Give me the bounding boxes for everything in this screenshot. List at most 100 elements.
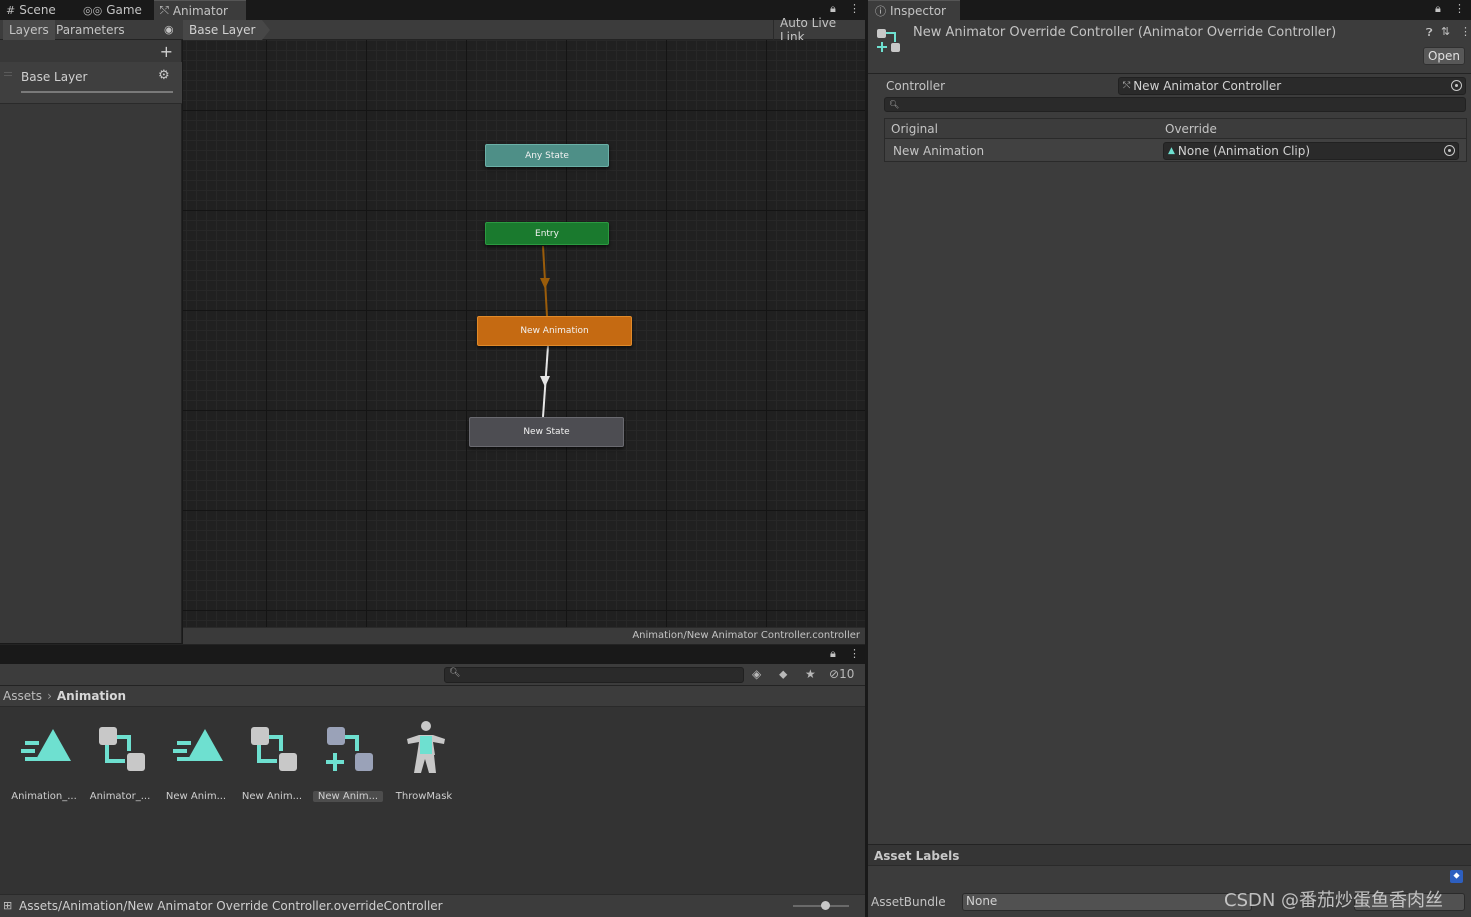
tab-scene-label: Scene (19, 3, 56, 17)
layers-tab[interactable]: Layers (3, 20, 55, 40)
search-icon: 🔍︎ (449, 668, 461, 678)
controller-path: Animation/New Animator Controller.contro… (632, 630, 860, 641)
asset-item[interactable]: Animator_... (85, 717, 155, 802)
animation-clip-icon (21, 729, 71, 761)
help-icon[interactable]: ❓︎ (1426, 26, 1433, 40)
transition-arrow (540, 376, 550, 387)
override-table-header: Original Override (885, 119, 1466, 139)
state-entry[interactable]: Entry (485, 222, 609, 245)
eye-icon[interactable]: ◉ (164, 23, 174, 36)
hidden-count: 10 (839, 667, 855, 681)
asset-bundle-label: AssetBundle (871, 895, 946, 909)
search-input[interactable]: 🔍︎ (444, 667, 744, 683)
layer-row[interactable]: Base Layer ⚙ (0, 62, 182, 104)
asset-label: New Anim... (241, 791, 303, 802)
more-menu-icon[interactable]: ⋮ (1454, 2, 1465, 15)
animator-override-controller-icon (877, 29, 900, 52)
state-any-state[interactable]: Any State (485, 144, 609, 167)
parameters-tab[interactable]: Parameters (50, 20, 131, 40)
dock-tab-bar: # Scene ◎◎ Game ⤲ Animator 🔒︎ ⋮ (0, 0, 865, 20)
asset-labels-title: Asset Labels (874, 849, 960, 863)
breadcrumb-assets[interactable]: Assets (3, 689, 42, 703)
column-override: Override (1165, 122, 1217, 136)
asset-bundle-dropdown[interactable]: None (962, 893, 1252, 911)
asset-label: Animation_... (11, 791, 77, 802)
inspector-body: Controller ⤲ New Animator Controller 🔍︎ … (868, 74, 1471, 844)
chevron-right-icon: › (47, 689, 52, 703)
override-clip-value: None (Animation Clip) (1177, 144, 1311, 158)
project-toolbar: 🔍︎ ◈ ⬥ ★ ⊘10 (0, 664, 865, 686)
label-tag-icon[interactable]: ⬥ (1450, 870, 1463, 883)
tab-inspector[interactable]: ⓘ Inspector (868, 0, 960, 20)
state-new-animation[interactable]: New Animation (477, 316, 632, 346)
lock-icon[interactable]: 🔒︎ (830, 2, 836, 16)
asset-item[interactable]: New Anim... (237, 717, 307, 802)
preset-icon[interactable]: ⇅ (1441, 25, 1450, 38)
layers-panel: + Base Layer ⚙ (0, 40, 182, 643)
controller-label: Controller (886, 79, 946, 93)
inspector-title: New Animator Override Controller (Animat… (913, 25, 1337, 40)
animator-toolbar: Layers Parameters ◉ Base Layer Auto Live… (0, 16, 865, 44)
more-menu-icon[interactable]: ⋮ (849, 2, 860, 15)
tab-inspector-label: Inspector (890, 3, 946, 18)
info-icon: ⓘ (875, 4, 886, 18)
hidden-packages-toggle[interactable]: ⊘10 (829, 667, 854, 681)
project-tab-bar: 🔒︎ ⋮ (0, 644, 865, 664)
tab-animator-label: Animator (172, 3, 228, 18)
add-layer-icon[interactable]: + (160, 42, 173, 61)
filter-by-label-icon[interactable]: ⬥ (779, 667, 787, 682)
asset-label: New Anim... (313, 791, 383, 802)
filter-by-type-icon[interactable]: ◈ (752, 667, 761, 681)
watermark: CSDN @番茄炒蛋鱼香肉丝 (1224, 890, 1444, 911)
breadcrumb-animation[interactable]: Animation (57, 689, 126, 703)
state-new-state[interactable]: New State (469, 417, 624, 447)
animator-icon: ⤲ (160, 3, 169, 17)
animator-override-controller-icon (326, 727, 373, 771)
override-controller-small-icon: ⊞ (3, 899, 13, 912)
eye-slash-icon: ⊘ (829, 667, 840, 681)
open-button[interactable]: Open (1423, 47, 1465, 65)
drag-handle-icon[interactable] (4, 72, 12, 76)
lock-icon[interactable]: 🔒︎ (1435, 2, 1441, 16)
layer-name: Base Layer (21, 70, 88, 84)
asset-labels-header[interactable]: Asset Labels (868, 844, 1471, 866)
override-clip-field[interactable]: ▲ None (Animation Clip) (1163, 142, 1459, 160)
favorite-star-icon[interactable]: ★ (805, 667, 816, 681)
asset-item[interactable]: New Anim... (161, 717, 231, 802)
asset-item[interactable]: Animation_... (9, 717, 79, 802)
tab-game[interactable]: ◎◎ Game (77, 0, 152, 20)
asset-label: New Anim... (165, 791, 227, 802)
asset-label: Animator_... (89, 791, 151, 802)
state-machine-graph[interactable]: Any State Entry New Animation New State (183, 40, 865, 627)
auto-live-link-button[interactable]: Auto Live Link (773, 16, 865, 44)
original-clip-name: New Animation (893, 144, 985, 158)
table-row: New Animation ▲ None (Animation Clip) (885, 140, 1466, 161)
inspector-tab-bar: ⓘ Inspector 🔒︎ ⋮ (868, 0, 1471, 20)
animator-controller-small-icon: ⤲ (1123, 81, 1131, 91)
breadcrumb[interactable]: Base Layer (183, 20, 269, 40)
tab-scene[interactable]: # Scene (0, 0, 76, 20)
animation-clip-icon (173, 729, 223, 761)
controller-value: New Animator Controller (1133, 79, 1282, 93)
project-status-bar: ⊞ Assets/Animation/New Animator Override… (0, 894, 865, 917)
search-input[interactable]: 🔍︎ (884, 97, 1466, 112)
controller-field[interactable]: ⤲ New Animator Controller (1118, 77, 1466, 95)
animator-controller-icon (251, 727, 297, 771)
object-picker-icon[interactable] (1444, 145, 1455, 156)
asset-item[interactable]: ThrowMask (389, 717, 459, 802)
more-menu-icon[interactable]: ⋮ (1460, 25, 1471, 38)
grid-icon: # (6, 3, 16, 17)
tab-game-label: Game (106, 3, 142, 17)
icon-size-slider-thumb[interactable] (821, 901, 830, 910)
more-menu-icon[interactable]: ⋮ (849, 647, 860, 660)
gamepad-icon: ◎◎ (83, 3, 103, 17)
override-table: Original Override New Animation ▲ None (… (884, 118, 1467, 162)
search-icon: 🔍︎ (889, 100, 900, 109)
lock-icon[interactable]: 🔒︎ (830, 647, 836, 661)
object-picker-icon[interactable] (1451, 80, 1462, 91)
asset-item-selected[interactable]: New Anim... (313, 717, 383, 802)
gear-icon[interactable]: ⚙ (158, 68, 170, 83)
tab-animator[interactable]: ⤲ Animator (154, 0, 246, 20)
asset-label: ThrowMask (395, 791, 453, 802)
column-original: Original (891, 122, 938, 136)
